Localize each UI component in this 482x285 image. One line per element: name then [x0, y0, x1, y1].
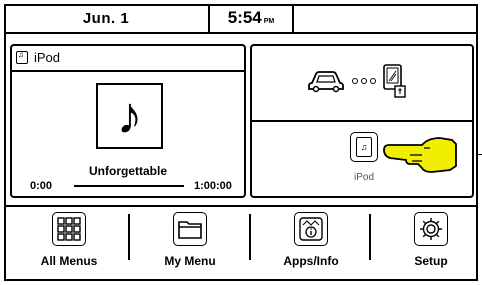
- ipod-button[interactable]: ♫: [350, 132, 378, 162]
- progress-bar[interactable]: [74, 185, 184, 187]
- grid-icon: [52, 212, 86, 246]
- connection-shortcut[interactable]: [250, 44, 474, 122]
- setup-button[interactable]: Setup: [372, 212, 482, 274]
- menu-separator: [249, 214, 251, 260]
- clock-ampm: PM: [263, 17, 275, 25]
- header-divider: [12, 70, 244, 72]
- ipod-shortcut-label: iPod: [353, 172, 374, 183]
- ipod-small-icon: [16, 50, 28, 64]
- status-bar: Jun. 1 5:54 PM: [4, 4, 478, 34]
- time-display: 5:54 PM: [210, 4, 294, 32]
- ipod-icon: ♫: [356, 137, 372, 157]
- now-playing-panel[interactable]: iPod ♪ Unforgettable 0:00 1:00:00: [10, 44, 246, 198]
- ipod-shortcut[interactable]: ♫ iPod: [250, 120, 482, 198]
- menu-separator: [369, 214, 371, 260]
- menu-separator: [128, 214, 130, 260]
- all-menus-label: All Menus: [40, 254, 98, 268]
- pointer-line: [478, 154, 482, 155]
- pointing-hand-icon: [383, 137, 457, 173]
- setup-label: Setup: [414, 254, 448, 268]
- gear-icon: [414, 212, 448, 246]
- source-label: iPod: [34, 50, 61, 65]
- music-note-icon: ♪: [116, 87, 143, 145]
- all-menus-button[interactable]: All Menus: [10, 212, 128, 274]
- status-empty: [294, 4, 478, 32]
- clock-time: 5:54: [227, 8, 262, 27]
- apps-info-button[interactable]: Apps/Info: [252, 212, 370, 274]
- total-time: 1:00:00: [194, 180, 232, 192]
- song-title: Unforgettable: [89, 164, 167, 178]
- dots-icon: [352, 78, 376, 84]
- date-display: Jun. 1: [4, 4, 210, 32]
- my-menu-button[interactable]: My Menu: [131, 212, 249, 274]
- connection-icons: [306, 64, 408, 98]
- apps-info-label: Apps/Info: [283, 254, 339, 268]
- folder-icon: [173, 212, 207, 246]
- car-icon: [308, 71, 344, 93]
- album-art: ♪: [96, 83, 163, 149]
- apps-info-icon: [294, 212, 328, 246]
- elapsed-time: 0:00: [30, 180, 53, 192]
- source-header: iPod: [16, 50, 60, 65]
- menu-divider: [4, 205, 478, 207]
- phone-usb-icon: [383, 64, 406, 98]
- my-menu-label: My Menu: [164, 254, 216, 268]
